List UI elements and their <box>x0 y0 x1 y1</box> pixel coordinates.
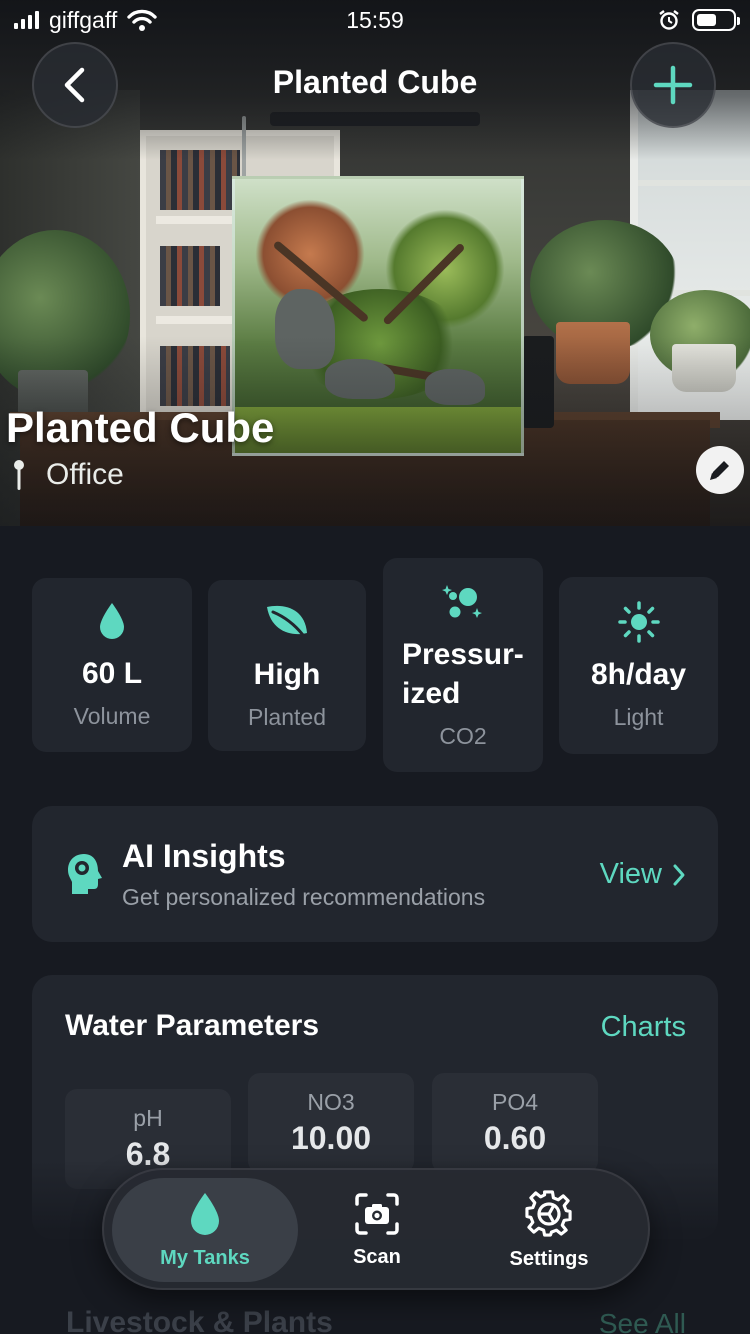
tank-location: Office <box>12 458 124 492</box>
camera-scan-icon <box>355 1192 399 1235</box>
stat-co2-value-line2: ized <box>402 676 461 710</box>
param-po4-value: 0.60 <box>483 1120 547 1156</box>
param-no3-label: NO3 <box>307 1089 355 1115</box>
bubbles-icon <box>442 584 482 618</box>
signal-icon <box>14 11 39 29</box>
stat-planted-value: High <box>253 657 321 691</box>
add-button[interactable] <box>630 42 716 128</box>
ai-insights-card[interactable]: AI Insights Get personalized recommendat… <box>32 806 718 942</box>
pin-icon <box>14 460 24 490</box>
water-drop-icon <box>100 603 124 639</box>
brain-head-icon <box>68 854 102 894</box>
tab-settings[interactable]: Settings <box>456 1178 642 1282</box>
ai-insights-view-label: View <box>599 858 662 890</box>
stat-planted-label: Planted <box>247 703 326 730</box>
location-label: Office <box>46 458 124 491</box>
water-drop-icon <box>191 1192 219 1235</box>
param-po4[interactable]: PO4 0.60 <box>432 1073 598 1173</box>
wifi-icon <box>127 9 157 31</box>
stat-light-value: 8h/day <box>590 657 687 691</box>
stat-co2-value-line1: Pressur- <box>402 637 524 671</box>
stat-volume[interactable]: 60 L Volume <box>32 578 192 752</box>
stat-light[interactable]: 8h/day Light <box>559 577 718 754</box>
alarm-icon <box>659 10 679 30</box>
ai-insights-title: AI Insights <box>122 838 286 874</box>
stat-volume-label: Volume <box>73 703 151 729</box>
param-po4-label: PO4 <box>491 1089 539 1115</box>
livestock-title: Livestock & Plants <box>66 1306 333 1334</box>
param-no3[interactable]: NO3 10.00 <box>248 1073 414 1173</box>
stat-planted[interactable]: High Planted <box>208 580 366 751</box>
edit-tank-button[interactable] <box>696 446 744 494</box>
stat-co2-label: CO2 <box>439 722 487 749</box>
ai-insights-subtitle: Get personalized recommendations <box>122 884 486 910</box>
carrier-label: giffgaff <box>49 6 118 33</box>
tab-my-tanks-label: My Tanks <box>160 1246 250 1269</box>
plus-icon <box>653 65 693 105</box>
water-parameters-title: Water Parameters <box>65 1009 320 1042</box>
chevron-right-icon <box>673 864 685 885</box>
see-all-link[interactable]: See All <box>599 1308 686 1334</box>
pencil-icon <box>710 461 729 480</box>
charts-link[interactable]: Charts <box>601 1011 686 1044</box>
stat-volume-value: 60 L <box>81 657 143 690</box>
stat-co2-value: Pressur- ized <box>402 635 524 713</box>
leaf-icon <box>267 605 307 636</box>
tab-scan-label: Scan <box>353 1245 401 1268</box>
tab-my-tanks[interactable]: My Tanks <box>112 1178 298 1282</box>
tab-settings-label: Settings <box>509 1247 589 1270</box>
sun-icon <box>617 600 660 643</box>
battery-icon <box>692 9 740 31</box>
status-bar: giffgaff 15:59 <box>0 0 750 40</box>
stat-light-label: Light <box>613 703 664 730</box>
param-ph-label: pH <box>133 1105 163 1131</box>
stat-co2[interactable]: Pressur- ized CO2 <box>383 558 543 772</box>
ai-insights-view-link[interactable]: View <box>600 858 686 891</box>
tab-scan[interactable]: Scan <box>284 1178 470 1282</box>
gear-icon <box>525 1189 572 1237</box>
tank-name: Planted Cube <box>6 404 275 451</box>
tab-bar: My Tanks Scan Settings <box>102 1168 650 1290</box>
param-no3-value: 10.00 <box>290 1120 372 1156</box>
